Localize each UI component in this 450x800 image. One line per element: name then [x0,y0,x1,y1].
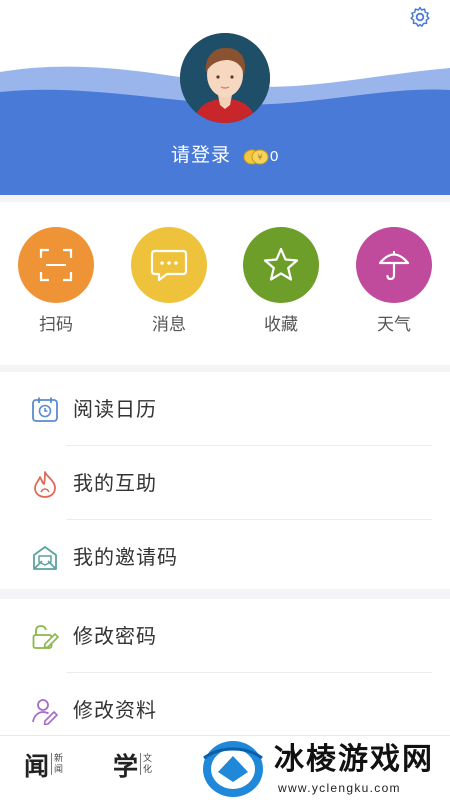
quick-action-scan[interactable]: 扫码 [18,227,94,335]
menu-label: 修改密码 [73,626,157,648]
menu-item-reading-calendar[interactable]: 阅读日历 [0,372,450,446]
avatar[interactable] [180,33,270,123]
umbrella-icon [378,251,410,281]
tab-news-glyph: 闻 [24,752,50,781]
quick-action-message[interactable]: 消息 [131,227,207,335]
envelope-icon [33,546,57,570]
favorite-button[interactable] [243,227,319,303]
scan-icon [39,248,73,282]
watermark-title: 冰棱游戏网 [274,743,434,776]
star-icon [263,247,299,281]
menu-group-primary: 阅读日历 我的互助 我的邀请码 [0,372,450,589]
tab-culture[interactable]: 学 文化 [113,748,154,788]
menu-label: 我的邀请码 [73,547,178,569]
svg-text:¥: ¥ [257,153,262,162]
tab-news[interactable]: 闻 新闻 [24,748,65,788]
login-row: 请登录 ¥ 0 [0,142,450,170]
tab-culture-caption: 文化 [140,753,154,775]
quick-actions: 扫码 消息 收藏 天气 [0,202,450,365]
flame-icon [34,471,56,498]
menu-group-account: 修改密码 修改资料 [0,599,450,739]
tab-news-caption: 新闻 [51,753,65,775]
calendar-icon [32,397,58,422]
settings-gear-icon[interactable] [408,5,432,29]
tab-culture-glyph: 学 [113,752,139,781]
quick-action-weather[interactable]: 天气 [356,227,432,335]
weather-label: 天气 [377,315,411,334]
menu-label: 阅读日历 [73,399,157,421]
scan-label: 扫码 [39,315,73,334]
quick-action-favorite[interactable]: 收藏 [243,227,319,335]
menu-item-change-password[interactable]: 修改密码 [0,599,450,673]
edit-lock-icon [32,625,59,649]
menu-label: 修改资料 [73,700,157,722]
favorite-label: 收藏 [264,315,298,334]
scan-button[interactable] [18,227,94,303]
coin-icon: ¥ [243,149,269,165]
message-button[interactable] [131,227,207,303]
message-icon [150,249,188,282]
menu-label: 我的互助 [73,473,157,495]
profile-header: 请登录 ¥ 0 [0,0,450,195]
edit-profile-icon [32,699,58,725]
weather-button[interactable] [356,227,432,303]
message-label: 消息 [152,315,186,334]
menu-item-my-mutual-aid[interactable]: 我的互助 [0,446,450,520]
login-link[interactable]: 请登录 [171,142,231,170]
site-watermark: 冰棱游戏网 www.yclengku.com [200,738,450,800]
user-avatar-icon [180,33,270,123]
watermark-logo-icon [203,741,263,797]
coin-count: 0 [270,148,279,165]
menu-item-my-invite-code[interactable]: 我的邀请码 [0,520,450,594]
watermark-url: www.yclengku.com [278,781,401,795]
